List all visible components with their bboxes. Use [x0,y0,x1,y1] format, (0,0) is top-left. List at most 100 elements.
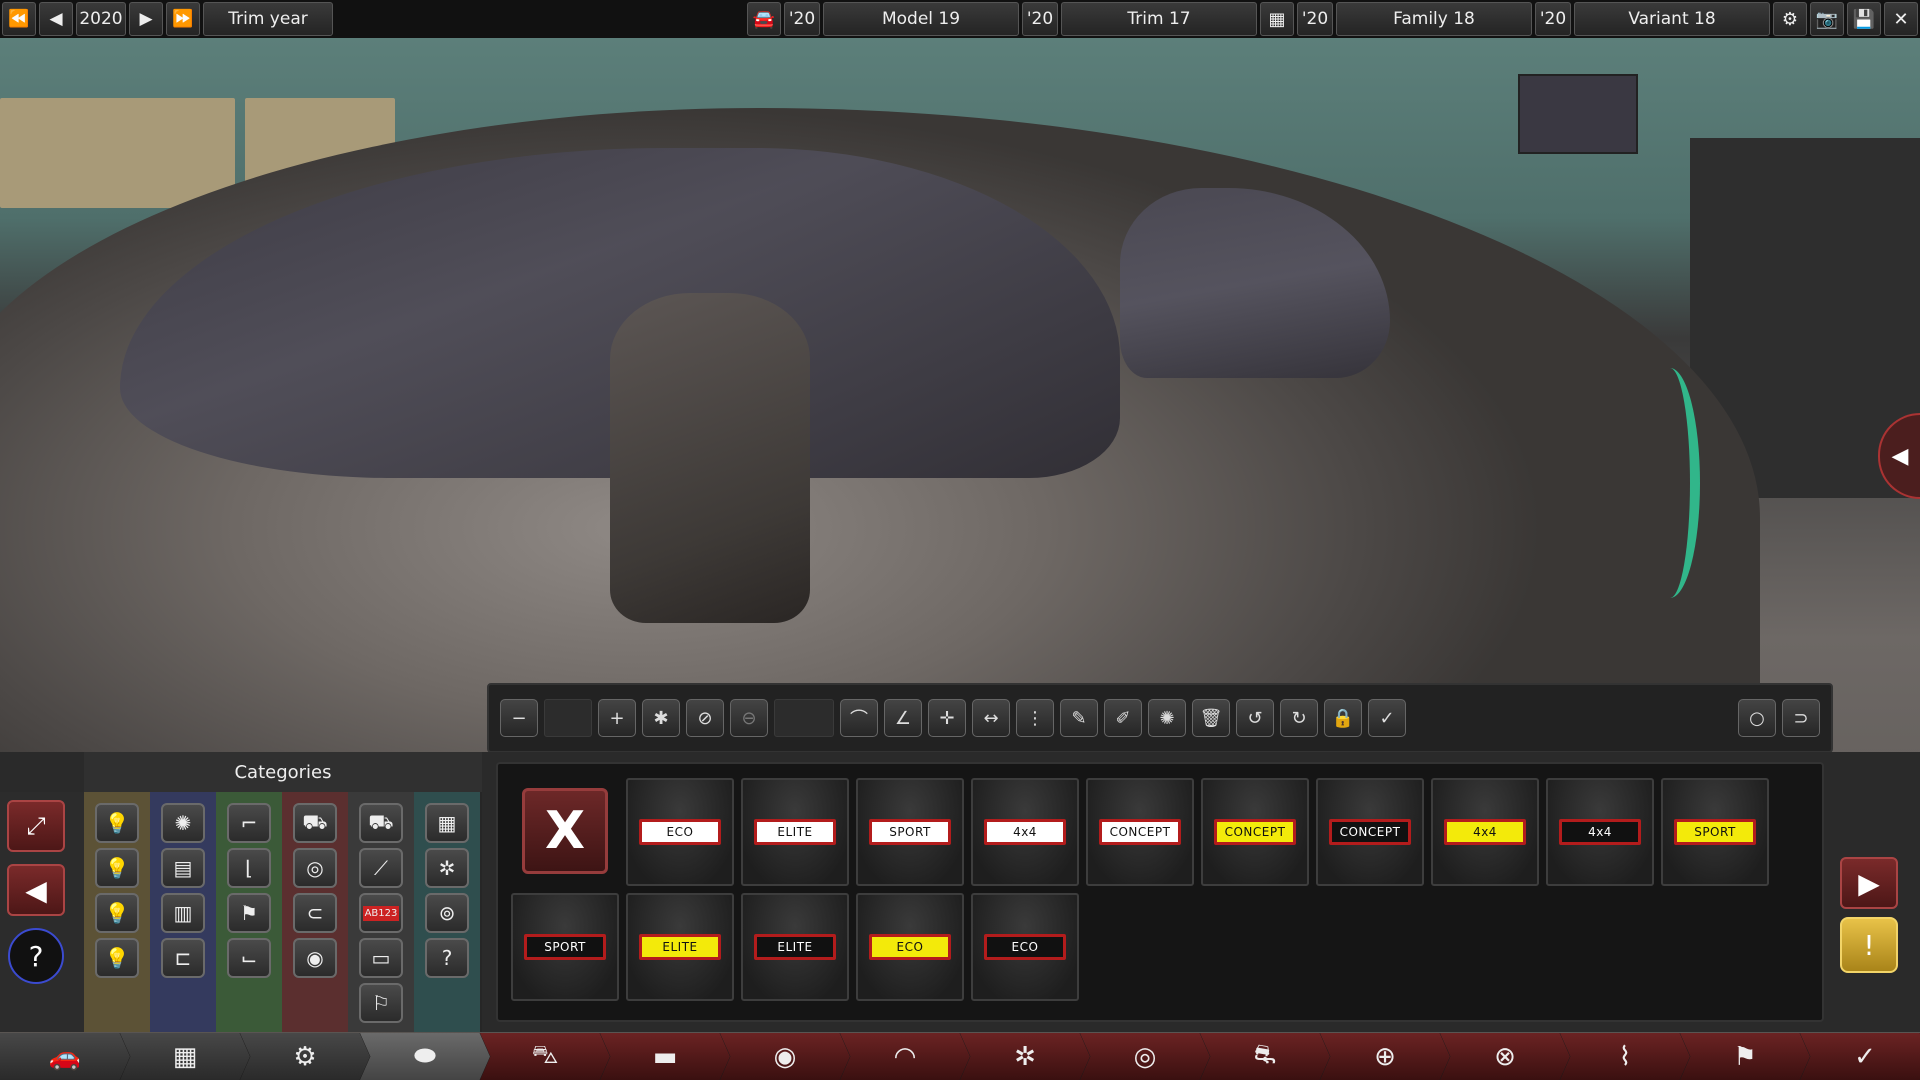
wiper-category-button[interactable]: ⟋ [359,848,403,888]
back-button[interactable]: ◀ [7,864,65,916]
tab-steering[interactable]: ⊕ [1320,1033,1450,1080]
fog-light-category-button[interactable]: 💡 [95,938,139,978]
badge-tile[interactable]: ECO [626,778,734,886]
badge-tile[interactable]: CONCEPT [1201,778,1309,886]
undo-button[interactable]: ↺ [1236,699,1274,737]
bumper-category-button[interactable]: ▭ [359,938,403,978]
tab-interior[interactable]: ◠ [840,1033,970,1080]
tab-fixtures[interactable]: ▬ [600,1033,730,1080]
tab-drivetrain[interactable]: ⊗ [1440,1033,1570,1080]
taillight-category-button[interactable]: 💡 [95,848,139,888]
paint-button[interactable]: ✎ [1060,699,1098,737]
tab-testing[interactable]: ⚑ [1680,1033,1810,1080]
delete-button[interactable]: 🗑 [1192,699,1230,737]
vent-category-button[interactable]: ▥ [161,893,205,933]
headlight-category-button[interactable]: 💡 [95,803,139,843]
license-plate-category-button[interactable]: AB123 [359,893,403,933]
trim-year-button[interactable]: Trim year [203,2,333,36]
depth-button[interactable]: ⋮ [1016,699,1054,737]
wheel-category-button[interactable]: ◎ [293,848,337,888]
remove-part-button[interactable]: X [522,788,608,874]
grille-category-button[interactable]: ▤ [161,848,205,888]
variant-name-button[interactable]: Variant 18 [1574,2,1770,36]
tab-wheels[interactable]: ✲ [960,1033,1090,1080]
settings-button[interactable]: ⚙ [1773,2,1807,36]
duct-category-button[interactable]: ⊏ [161,938,205,978]
rim-category-button[interactable]: ✲ [425,848,469,888]
model-car-button[interactable]: 🚘 [747,2,781,36]
badge-tile[interactable]: ECO [856,893,964,1001]
mirror-category-button[interactable]: ◉ [293,938,337,978]
wheel-icon: ◎ [306,856,324,880]
mirror-on-button[interactable]: ✱ [642,699,680,737]
paint-all-button[interactable]: ✐ [1104,699,1142,737]
fan-category-button[interactable]: ✺ [161,803,205,843]
screenshot-button[interactable]: 📷 [1810,2,1844,36]
model-name-button[interactable]: Model 19 [823,2,1019,36]
tab-suspension[interactable]: ⚙ [240,1033,370,1080]
truck-category-button[interactable]: ⛟ [359,803,403,843]
stretch-tool-button[interactable]: ⤢ [7,800,65,852]
confirm-button[interactable]: ✓ [1368,699,1406,737]
unknown-category-button[interactable]: ? [425,938,469,978]
help-button[interactable]: ? [8,928,64,984]
step-back-button[interactable]: ◀ [39,2,73,36]
tab-chassis[interactable]: ▦ [120,1033,250,1080]
badge-tile[interactable]: SPORT [1661,778,1769,886]
tab-model[interactable]: 🚗 [0,1033,130,1080]
wing-category-button[interactable]: ⌐ [227,803,271,843]
trim-name-button[interactable]: Trim 17 [1061,2,1257,36]
exit-button[interactable]: ✕ [1884,2,1918,36]
spoiler-category-button[interactable]: ⌙ [227,938,271,978]
warnings-button[interactable]: ! [1840,917,1898,973]
badge-tile[interactable]: SPORT [856,778,964,886]
snap-button[interactable]: ⊃ [1782,699,1820,737]
size-field[interactable] [544,699,592,737]
mirror-off-button[interactable]: ⊘ [686,699,724,737]
badge-tile[interactable]: CONCEPT [1086,778,1194,886]
curve-button[interactable]: ⌒ [840,699,878,737]
badge-tile[interactable]: 4x4 [1431,778,1539,886]
redo-button[interactable]: ↻ [1280,699,1318,737]
material-button[interactable]: ✺ [1148,699,1186,737]
tab-design[interactable]: ◉ [720,1033,850,1080]
tab-body[interactable]: ⬬ [360,1033,490,1080]
tab-tyres[interactable]: ◎ [1080,1033,1210,1080]
tab-aero[interactable]: ⛐ [1200,1033,1330,1080]
badge-tile[interactable]: ELITE [741,893,849,1001]
lip-category-button[interactable]: ⌊ [227,848,271,888]
badge-tile[interactable]: ELITE [741,778,849,886]
badge-tile[interactable]: SPORT [511,893,619,1001]
flag-category-button[interactable]: ⚑ [227,893,271,933]
tab-tuning[interactable]: ⌇ [1560,1033,1690,1080]
grow-button[interactable]: + [598,699,636,737]
shrink-button[interactable]: − [500,699,538,737]
panel-category-button[interactable]: ▦ [425,803,469,843]
engine-button[interactable]: ▦ [1260,2,1294,36]
badge-tile[interactable]: 4x4 [971,778,1079,886]
tab-finish[interactable]: ✓ [1800,1033,1920,1080]
fast-forward-button[interactable]: ⏩ [166,2,200,36]
angle-field[interactable] [774,699,834,737]
badge-tile[interactable]: CONCEPT [1316,778,1424,886]
badge-tile[interactable]: ELITE [626,893,734,1001]
vehicle-front-category-button[interactable]: ⛟ [293,803,337,843]
lock-button[interactable]: 🔒 [1324,699,1362,737]
move-button[interactable]: ✛ [928,699,966,737]
angle-button[interactable]: ∠ [884,699,922,737]
rewind-button[interactable]: ⏪ [2,2,36,36]
save-button[interactable]: 💾 [1847,2,1881,36]
badge-category-button[interactable]: ⚐ [359,983,403,1023]
indicator-category-button[interactable]: 💡 [95,893,139,933]
badge-tile[interactable]: ECO [971,893,1079,1001]
handle-category-button[interactable]: ⊂ [293,893,337,933]
flatten-button[interactable]: ⊖ [730,699,768,737]
next-button[interactable]: ▶ [1840,857,1898,909]
exhaust-category-button[interactable]: ⊚ [425,893,469,933]
scale-button[interactable]: ↔ [972,699,1010,737]
badge-tile[interactable]: 4x4 [1546,778,1654,886]
shape-button[interactable]: ○ [1738,699,1776,737]
family-name-button[interactable]: Family 18 [1336,2,1532,36]
tab-body-style[interactable]: ⛍ [480,1033,610,1080]
step-forward-button[interactable]: ▶ [129,2,163,36]
